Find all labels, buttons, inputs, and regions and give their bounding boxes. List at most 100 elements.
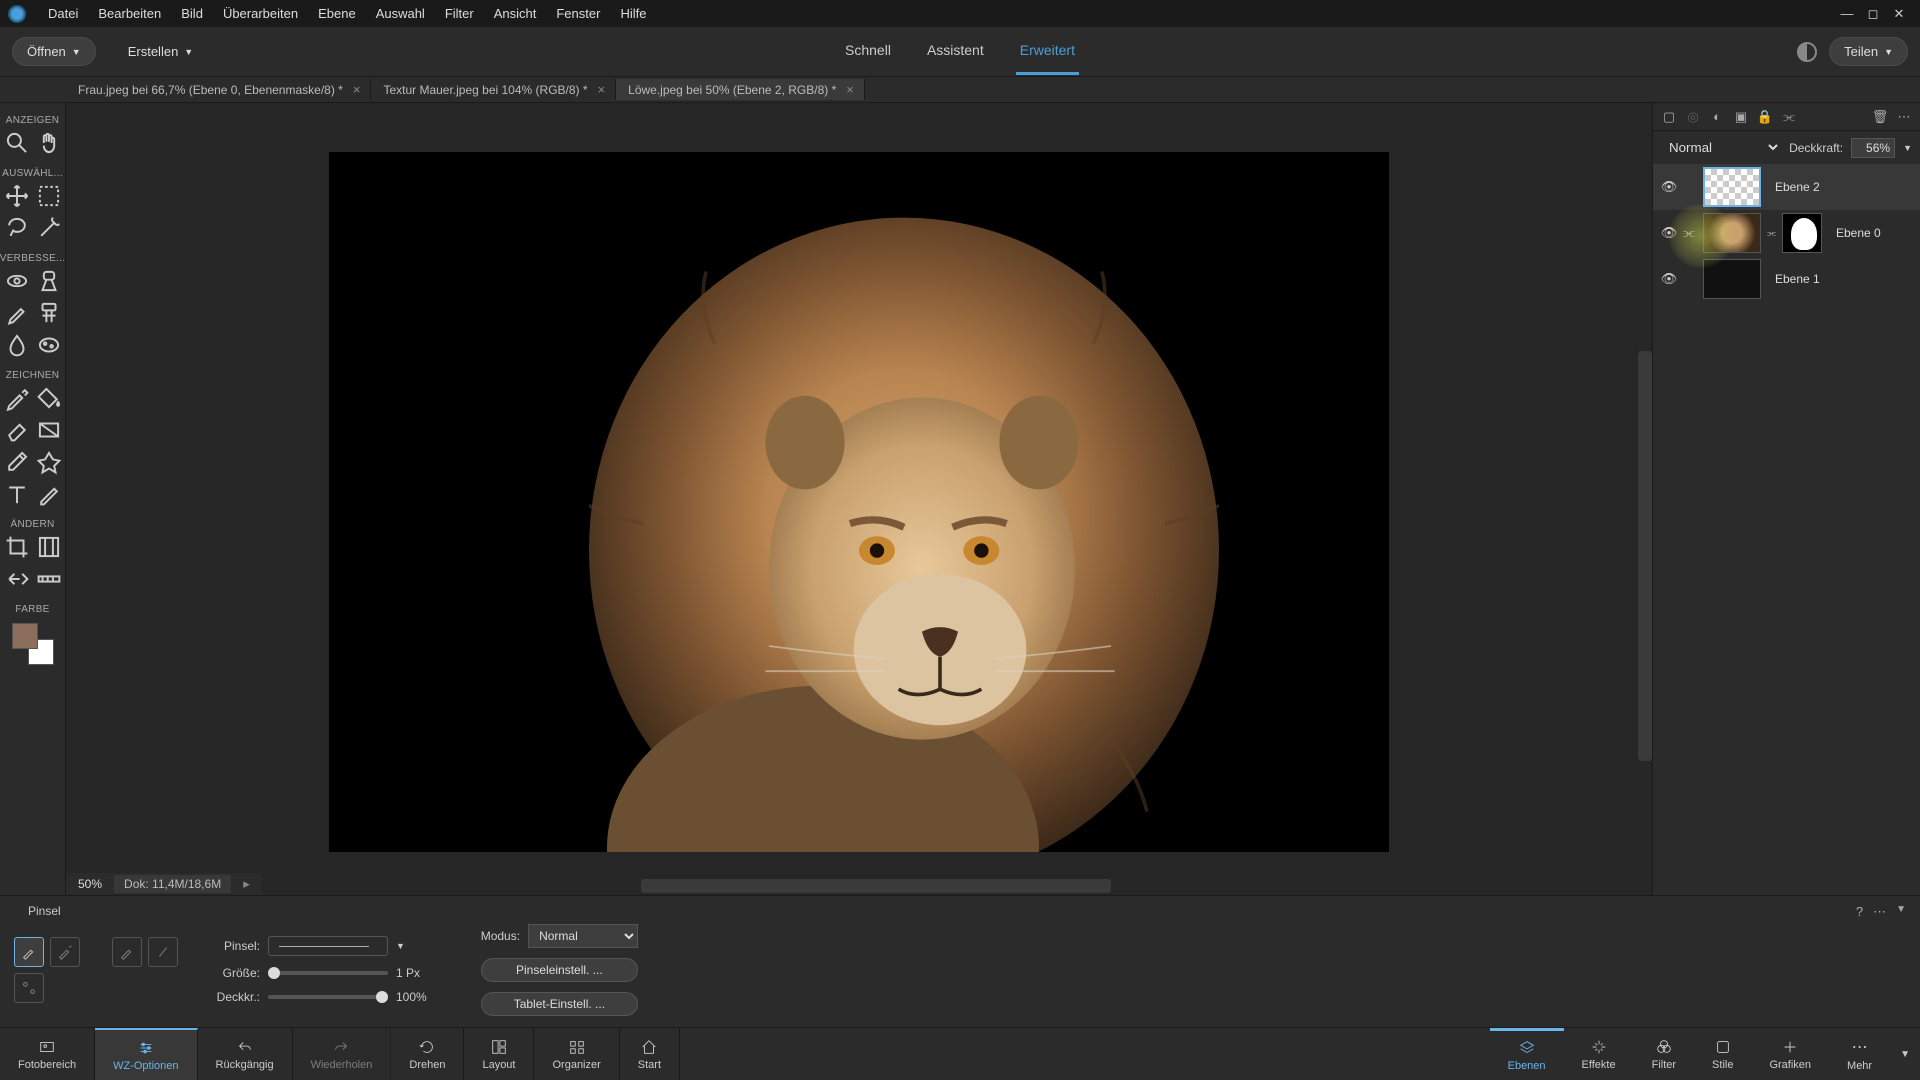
close-button[interactable]: ✕ xyxy=(1886,4,1912,24)
brush-variant-impressionist[interactable] xyxy=(50,937,80,967)
brush-opacity-value[interactable]: 100% xyxy=(396,990,427,1004)
brush-settings-button[interactable]: Pinseleinstell. ... xyxy=(481,958,638,982)
lasso-tool[interactable] xyxy=(4,215,30,241)
close-icon[interactable]: × xyxy=(846,82,854,97)
collapse-icon[interactable]: ▼ xyxy=(1896,904,1906,920)
doc-tab-1[interactable]: Textur Mauer.jpeg bei 104% (RGB/8) * × xyxy=(371,79,616,100)
chevron-down-icon[interactable]: ▼ xyxy=(396,941,405,951)
menu-ebene[interactable]: Ebene xyxy=(308,6,366,21)
smart-brush-tool[interactable] xyxy=(4,300,30,326)
blend-mode-brush[interactable]: Normal xyxy=(528,924,638,948)
foreground-color[interactable] xyxy=(12,623,38,649)
content-move-tool[interactable] xyxy=(4,566,30,592)
new-group-icon[interactable]: ◎ xyxy=(1685,109,1701,125)
opacity-slider[interactable] xyxy=(268,995,388,999)
doc-tab-0[interactable]: Frau.jpeg bei 66,7% (Ebene 0, Ebenenmask… xyxy=(66,79,371,100)
minimize-button[interactable]: — xyxy=(1834,4,1860,24)
shape-tool[interactable] xyxy=(36,449,62,475)
eraser-tool[interactable] xyxy=(4,417,30,443)
theme-toggle-icon[interactable] xyxy=(1797,42,1817,62)
tablet-settings-button[interactable]: Tablet-Einstell. ... xyxy=(481,992,638,1016)
share-button[interactable]: Teilen ▼ xyxy=(1829,37,1908,66)
link-indicator[interactable]: ⫘ xyxy=(1683,225,1697,241)
brush-variant-pencil[interactable] xyxy=(148,937,178,967)
layer-name[interactable]: Ebene 1 xyxy=(1775,272,1820,286)
visibility-icon[interactable]: 👁 xyxy=(1661,179,1677,195)
link-icon[interactable]: ⫘ xyxy=(1781,109,1797,125)
menu-filter[interactable]: Filter xyxy=(435,6,484,21)
zoom-level[interactable]: 50% xyxy=(78,877,102,891)
brush-preset-picker[interactable] xyxy=(268,936,388,956)
opacity-input[interactable] xyxy=(1851,138,1895,158)
menu-bild[interactable]: Bild xyxy=(171,6,213,21)
new-layer-icon[interactable]: ▢ xyxy=(1661,109,1677,125)
layer-thumbnail[interactable] xyxy=(1703,213,1761,253)
blend-mode-select[interactable]: Normal xyxy=(1661,137,1781,158)
create-button[interactable]: Erstellen ▼ xyxy=(114,38,208,65)
taskbar-redo[interactable]: Wiederholen xyxy=(293,1028,392,1080)
pencil-tool[interactable] xyxy=(36,481,62,507)
straighten-tool[interactable] xyxy=(36,566,62,592)
layer-thumbnail[interactable] xyxy=(1703,259,1761,299)
canvas-image[interactable] xyxy=(329,152,1389,852)
layer-thumbnail[interactable] xyxy=(1703,167,1761,207)
sponge-tool[interactable] xyxy=(36,332,62,358)
taskbar-home[interactable]: Start xyxy=(620,1028,680,1080)
visibility-icon[interactable]: 👁 xyxy=(1661,271,1677,287)
open-button[interactable]: Öffnen ▼ xyxy=(12,37,96,66)
brush-variant-color-replace[interactable] xyxy=(112,937,142,967)
text-tool[interactable] xyxy=(4,481,30,507)
clone-tool[interactable] xyxy=(36,300,62,326)
scrollbar-horizontal[interactable] xyxy=(641,879,1111,893)
canvas-area[interactable]: 50% Dok: 11,4M/18,6M ▸ xyxy=(66,103,1652,895)
gradient-tool[interactable] xyxy=(36,417,62,443)
taskbar-graphics[interactable]: Grafiken xyxy=(1751,1028,1829,1080)
taskbar-layout[interactable]: Layout xyxy=(464,1028,534,1080)
menu-ansicht[interactable]: Ansicht xyxy=(484,6,547,21)
size-slider[interactable] xyxy=(268,971,388,975)
mask-link-icon[interactable]: ⫘ xyxy=(1767,228,1776,239)
taskbar-more[interactable]: ⋯ Mehr xyxy=(1829,1028,1890,1080)
lock-icon[interactable]: 🔒 xyxy=(1757,109,1773,125)
taskbar-undo[interactable]: Rückgängig xyxy=(198,1028,293,1080)
zoom-tool[interactable] xyxy=(4,130,30,156)
eye-tool[interactable] xyxy=(4,268,30,294)
taskbar-rotate[interactable]: Drehen xyxy=(391,1028,464,1080)
layer-row-ebene0[interactable]: 👁 ⫘ ⫘ Ebene 0 xyxy=(1653,210,1920,256)
layer-row-ebene2[interactable]: 👁 Ebene 2 xyxy=(1653,164,1920,210)
options-menu-icon[interactable]: ⋯ xyxy=(1873,904,1886,920)
hand-tool[interactable] xyxy=(36,130,62,156)
chevron-right-icon[interactable]: ▸ xyxy=(243,876,250,892)
tab-assistant[interactable]: Assistent xyxy=(923,28,988,75)
help-icon[interactable]: ? xyxy=(1856,904,1863,920)
crop-tool[interactable] xyxy=(4,534,30,560)
recompose-tool[interactable] xyxy=(36,534,62,560)
eyedropper-tool[interactable] xyxy=(4,449,30,475)
menu-fenster[interactable]: Fenster xyxy=(546,6,610,21)
color-swatches[interactable] xyxy=(12,623,54,665)
brush-variant-pattern[interactable] xyxy=(14,973,44,1003)
menu-hilfe[interactable]: Hilfe xyxy=(610,6,656,21)
brush-variant-normal[interactable] xyxy=(14,937,44,967)
tab-expert[interactable]: Erweitert xyxy=(1016,28,1079,75)
marquee-tool[interactable] xyxy=(36,183,62,209)
bucket-tool[interactable] xyxy=(36,385,62,411)
taskbar-effects[interactable]: Effekte xyxy=(1564,1028,1634,1080)
size-value[interactable]: 1 Px xyxy=(396,966,420,980)
taskbar-photobin[interactable]: Fotobereich xyxy=(0,1028,95,1080)
wand-tool[interactable] xyxy=(36,215,62,241)
taskbar-styles[interactable]: Stile xyxy=(1694,1028,1751,1080)
chevron-down-icon[interactable]: ▼ xyxy=(1903,143,1912,153)
layer-name[interactable]: Ebene 2 xyxy=(1775,180,1820,194)
menu-ueberarbeiten[interactable]: Überarbeiten xyxy=(213,6,308,21)
layer-row-ebene1[interactable]: 👁 Ebene 1 xyxy=(1653,256,1920,302)
close-icon[interactable]: × xyxy=(598,82,606,97)
trash-icon[interactable]: 🗑 xyxy=(1872,109,1888,125)
taskbar-layers[interactable]: Ebenen xyxy=(1490,1028,1564,1080)
menu-auswahl[interactable]: Auswahl xyxy=(366,6,435,21)
taskbar-collapse[interactable]: ▼ xyxy=(1890,1028,1920,1080)
blur-tool[interactable] xyxy=(4,332,30,358)
doc-tab-2[interactable]: Löwe.jpeg bei 50% (Ebene 2, RGB/8) * × xyxy=(616,79,865,100)
move-tool[interactable] xyxy=(4,183,30,209)
menu-datei[interactable]: Datei xyxy=(38,6,88,21)
